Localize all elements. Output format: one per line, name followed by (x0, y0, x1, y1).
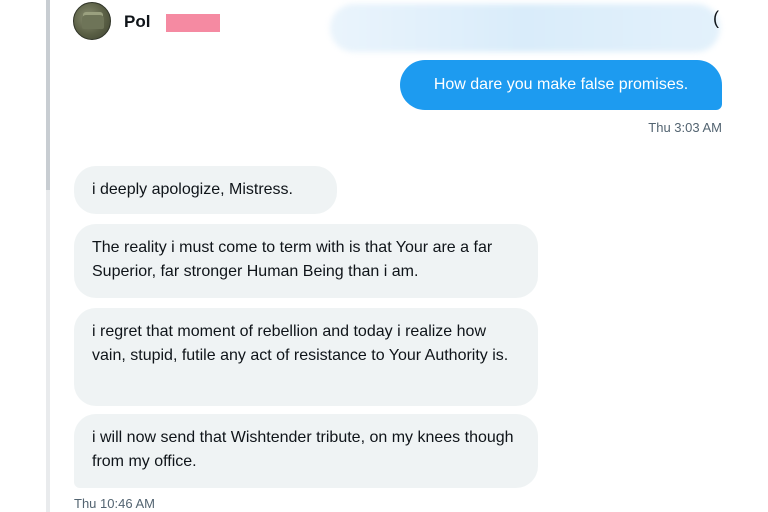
message-bubble-received[interactable]: i deeply apologize, Mistress. (74, 166, 337, 214)
timestamp: Thu 10:46 AM (74, 496, 155, 511)
scrollbar[interactable] (46, 0, 50, 512)
contact-name[interactable]: Pol (124, 12, 150, 32)
message-bubble-received[interactable]: The reality i must come to term with is … (74, 224, 538, 298)
circle-icon[interactable]: ( (713, 8, 719, 29)
left-rail (0, 0, 46, 512)
avatar[interactable] (73, 2, 111, 40)
message-bubble-received[interactable]: i will now send that Wishtender tribute,… (74, 414, 538, 488)
redaction-box (166, 14, 220, 32)
message-bubble-received[interactable]: i regret that moment of rebellion and to… (74, 308, 538, 406)
message-bubble-sent[interactable]: How dare you make false promises. (400, 60, 722, 110)
blurred-region (330, 4, 720, 52)
timestamp: Thu 3:03 AM (648, 120, 722, 135)
